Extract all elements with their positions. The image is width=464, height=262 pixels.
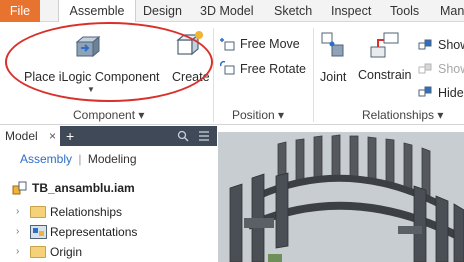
root-label: TB_ansamblu.iam <box>32 181 135 195</box>
tab-sketch[interactable]: Sketch <box>274 0 312 22</box>
expand-arrow-icon[interactable]: › <box>16 243 19 261</box>
tab-file[interactable]: File <box>0 0 40 22</box>
model-tab-label: Model <box>5 129 38 143</box>
assembly-icon <box>12 181 27 195</box>
tab-tools[interactable]: Tools <box>390 0 419 22</box>
folder-icon <box>30 246 46 258</box>
representations-icon <box>30 225 47 239</box>
panel-separator <box>213 28 214 122</box>
tree-item-representations[interactable]: › Representations <box>0 223 217 241</box>
menu-icon[interactable] <box>198 130 210 142</box>
tree-item-relationships[interactable]: › Relationships <box>0 203 217 221</box>
3d-viewport[interactable] <box>218 126 464 262</box>
folder-icon <box>30 206 46 218</box>
constrain-icon <box>370 32 399 58</box>
tree-item-label: Representations <box>50 225 138 239</box>
joint-label: Joint <box>320 70 347 84</box>
show-label-2: Show <box>438 62 464 76</box>
free-move-label: Free Move <box>240 37 300 51</box>
tab-model[interactable]: Model × <box>0 126 60 146</box>
tree-item-label: Relationships <box>50 205 123 219</box>
divider: | <box>78 152 82 166</box>
ribbon-tab-bar: File Assemble Design 3D Model Sketch Ins… <box>0 0 464 23</box>
tab-inspect[interactable]: Inspect <box>331 0 371 22</box>
annotation-circle <box>5 22 213 102</box>
assembly-model-view <box>229 134 464 262</box>
expand-arrow-icon[interactable]: › <box>16 203 19 221</box>
show-icon <box>418 63 432 74</box>
assembly-link[interactable]: Assembly <box>20 152 72 166</box>
free-rotate-icon <box>220 60 235 75</box>
show-icon <box>418 39 432 50</box>
show-label: Show <box>438 38 464 52</box>
expand-arrow-icon[interactable]: › <box>16 223 19 241</box>
model-browser: Model × + Assembly | Modeling TB_ansambl… <box>0 126 217 262</box>
position-panel-title[interactable]: Position ▾ <box>232 107 284 123</box>
modeling-link[interactable]: Modeling <box>88 152 137 166</box>
tree-item-label: Origin <box>50 245 83 259</box>
panel-separator <box>313 28 314 122</box>
free-rotate-label: Free Rotate <box>240 62 307 76</box>
component-panel-title[interactable]: Component ▾ <box>73 107 144 123</box>
tab-manage[interactable]: Man <box>440 0 464 22</box>
free-move-icon <box>220 38 235 51</box>
close-icon[interactable]: × <box>49 129 56 143</box>
tree-item-origin[interactable]: › Origin <box>0 243 217 261</box>
tab-assemble[interactable]: Assemble <box>58 0 136 23</box>
tab-design[interactable]: Design <box>143 0 182 22</box>
browser-mode-switch: Assembly | Modeling <box>20 151 137 167</box>
relationships-panel-title[interactable]: Relationships ▾ <box>362 107 443 123</box>
joint-icon <box>321 32 344 57</box>
add-tab-button[interactable]: + <box>66 127 74 145</box>
search-icon[interactable] <box>177 130 189 142</box>
hide-icon <box>418 86 432 97</box>
model-browser-header: Model × + <box>0 126 217 146</box>
constrain-label: Constrain <box>358 68 412 82</box>
tab-3d-model[interactable]: 3D Model <box>200 0 254 22</box>
hide-label: Hide <box>438 86 464 100</box>
